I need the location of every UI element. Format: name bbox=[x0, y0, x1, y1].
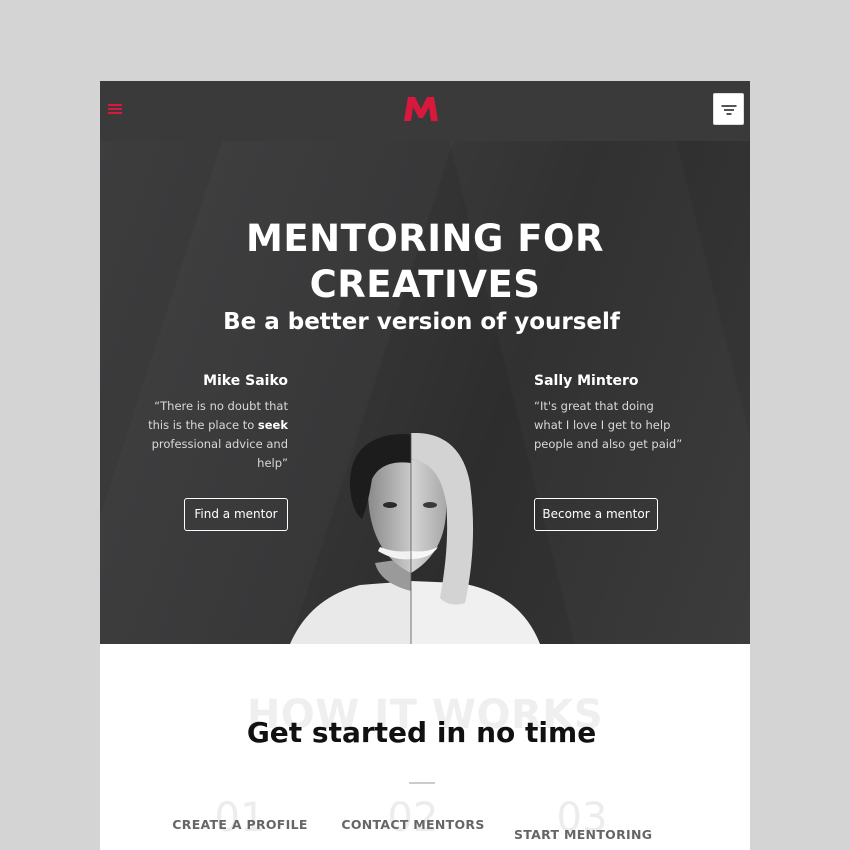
testimonial-quote: “There is no doubt that this is the plac… bbox=[148, 399, 288, 470]
step-create-profile: 01 CREATE A PROFILE bbox=[172, 795, 308, 841]
find-mentor-button[interactable]: Find a mentor bbox=[184, 498, 288, 531]
hamburger-icon[interactable] bbox=[108, 104, 122, 116]
step-label: CONTACT MENTORS bbox=[341, 817, 485, 832]
top-navbar bbox=[100, 81, 750, 141]
how-it-works-section: HOW IT WORKS Get started in no time 01 C… bbox=[100, 644, 750, 850]
testimonial-mentee: Mike Saiko “There is no doubt that this … bbox=[148, 373, 288, 473]
hero-title-line1: MENTORING FOR bbox=[246, 217, 604, 260]
step-contact-mentors: 02 CONTACT MENTORS bbox=[340, 795, 486, 841]
filter-icon bbox=[721, 105, 736, 107]
m-logo-icon[interactable] bbox=[403, 94, 439, 124]
testimonial-mentor: Sally Mintero “It's great that doing wha… bbox=[534, 373, 684, 454]
split-face-portrait bbox=[290, 433, 540, 644]
hero-subtitle: Be a better version of yourself bbox=[223, 309, 620, 335]
divider bbox=[409, 782, 435, 784]
step-start-mentoring: 03 START MENTORING bbox=[514, 795, 653, 842]
hero-section: MENTORING FOR CREATIVES Be a better vers… bbox=[100, 141, 750, 644]
step-label: CREATE A PROFILE bbox=[172, 817, 308, 832]
filter-button[interactable] bbox=[713, 93, 744, 125]
section-title: Get started in no time bbox=[246, 716, 597, 749]
hero-title-line2: CREATIVES bbox=[309, 263, 541, 306]
step-label: START MENTORING bbox=[514, 827, 653, 842]
testimonial-name: Sally Mintero bbox=[534, 373, 639, 389]
become-mentor-button[interactable]: Become a mentor bbox=[534, 498, 658, 531]
testimonial-quote: “It's great that doing what I love I get… bbox=[534, 399, 683, 451]
page-frame: MENTORING FOR CREATIVES Be a better vers… bbox=[100, 81, 750, 850]
hero-title: MENTORING FOR CREATIVES bbox=[100, 216, 750, 308]
testimonial-name: Mike Saiko bbox=[203, 373, 288, 389]
